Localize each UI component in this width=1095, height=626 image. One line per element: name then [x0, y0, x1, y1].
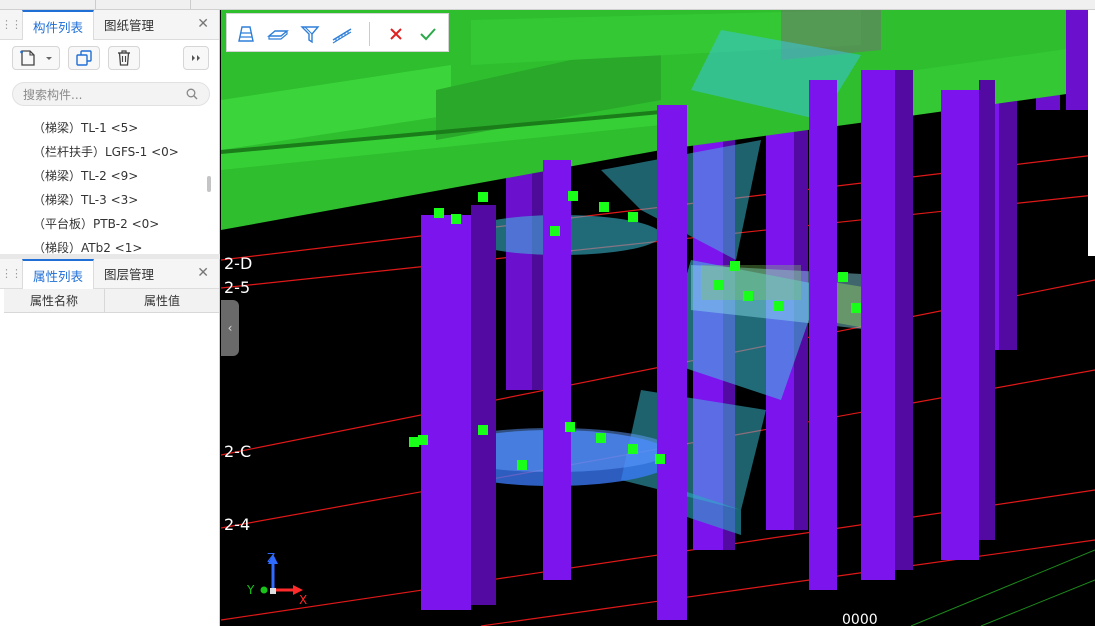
panel-collapse-handle[interactable]: ‹: [221, 300, 239, 356]
top-tab-strip: ▔▔ ▔▔: [0, 0, 1095, 10]
close-icon[interactable]: ✕: [197, 265, 209, 281]
3d-viewport[interactable]: 2-D 2-5 2-C 2-4 Z Y X: [221, 10, 1095, 626]
3d-scene: [221, 10, 1095, 626]
list-item[interactable]: （梯梁）TL-2 <9>: [0, 164, 206, 188]
trash-icon: [118, 50, 130, 66]
stair-beam-icon: [300, 26, 320, 44]
search-component-box: [12, 82, 210, 106]
confirm-icon: [420, 28, 436, 41]
stair-flight-icon: [238, 26, 254, 42]
cancel-icon: [390, 28, 402, 40]
close-icon[interactable]: ✕: [197, 16, 209, 32]
component-list-panel: ⋮⋮ 构件列表 图纸管理 ✕ 搜索构件... （梯梁）TL-1 <5> （栏杆扶…: [0, 10, 220, 255]
list-item[interactable]: （梯梁）TL-1 <5>: [0, 116, 206, 140]
component-toolbar: [0, 40, 219, 76]
delete-component-button[interactable]: [108, 46, 140, 70]
chevron-left-icon: ‹: [227, 321, 233, 335]
grid-label: 2-5: [224, 278, 251, 297]
toolbar-divider: [369, 22, 370, 46]
tab-property-list[interactable]: 属性列表: [22, 259, 95, 289]
new-component-icon: [20, 50, 52, 66]
search-component-input[interactable]: [23, 86, 183, 103]
list-item[interactable]: （平台板）PTB-2 <0>: [0, 212, 206, 236]
list-item[interactable]: （栏杆扶手）LGFS-1 <0>: [0, 140, 206, 164]
railing-tool-button[interactable]: [330, 22, 354, 46]
z-axis-label: Z: [267, 551, 275, 565]
stair-flight-tool-button[interactable]: [234, 22, 258, 46]
property-panel-tabbar: ⋮⋮ 属性列表 图层管理 ✕: [0, 259, 219, 289]
grid-label: 2-C: [224, 442, 252, 461]
copy-component-button[interactable]: [68, 46, 100, 70]
stair-edit-toolbar: [226, 13, 449, 52]
drag-grip-icon[interactable]: ⋮⋮: [0, 259, 22, 288]
search-icon[interactable]: [186, 88, 198, 100]
platform-slab-icon: [267, 30, 289, 40]
railing-icon: [332, 28, 352, 44]
tab-drawing-management[interactable]: 图纸管理: [94, 10, 164, 39]
top-strip-separator: [95, 0, 96, 9]
grid-label: 2-D: [224, 254, 253, 273]
new-component-button[interactable]: [12, 46, 60, 70]
stair-beam-tool-button[interactable]: [298, 22, 322, 46]
confirm-button[interactable]: [416, 22, 440, 46]
axis-gizmo: Z Y X: [246, 551, 307, 607]
dimension-text: 0000: [842, 612, 878, 626]
top-strip-separator: [190, 0, 191, 9]
property-table-header: 属性名称 属性值: [4, 289, 219, 313]
copy-icon: [76, 50, 92, 66]
right-floating-panel-edge[interactable]: [1088, 10, 1095, 256]
tab-component-list[interactable]: 构件列表: [22, 10, 95, 40]
top-strip-fragment: ▔▔: [28, 0, 43, 5]
list-scrollbar-thumb[interactable]: [207, 176, 211, 192]
property-list-panel: ⋮⋮ 属性列表 图层管理 ✕ 属性名称 属性值: [0, 259, 220, 626]
x-axis-label: X: [299, 593, 307, 607]
column-header-property-value[interactable]: 属性值: [104, 289, 219, 312]
component-panel-tabbar: ⋮⋮ 构件列表 图纸管理 ✕: [0, 10, 219, 40]
y-axis-label: Y: [246, 583, 255, 597]
component-list: （梯梁）TL-1 <5> （栏杆扶手）LGFS-1 <0> （梯梁）TL-2 <…: [0, 116, 206, 260]
more-options-button[interactable]: [183, 46, 209, 70]
column-header-property-name[interactable]: 属性名称: [4, 289, 104, 312]
grid-label: 2-4: [224, 515, 251, 534]
tab-layer-management[interactable]: 图层管理: [94, 259, 164, 288]
list-item[interactable]: （梯梁）TL-3 <3>: [0, 188, 206, 212]
drag-grip-icon[interactable]: ⋮⋮: [0, 10, 22, 39]
top-strip-fragment: ▔▔: [118, 0, 133, 5]
platform-slab-tool-button[interactable]: [266, 22, 290, 46]
cancel-button[interactable]: [384, 22, 408, 46]
double-chevron-right-icon: [192, 55, 200, 61]
